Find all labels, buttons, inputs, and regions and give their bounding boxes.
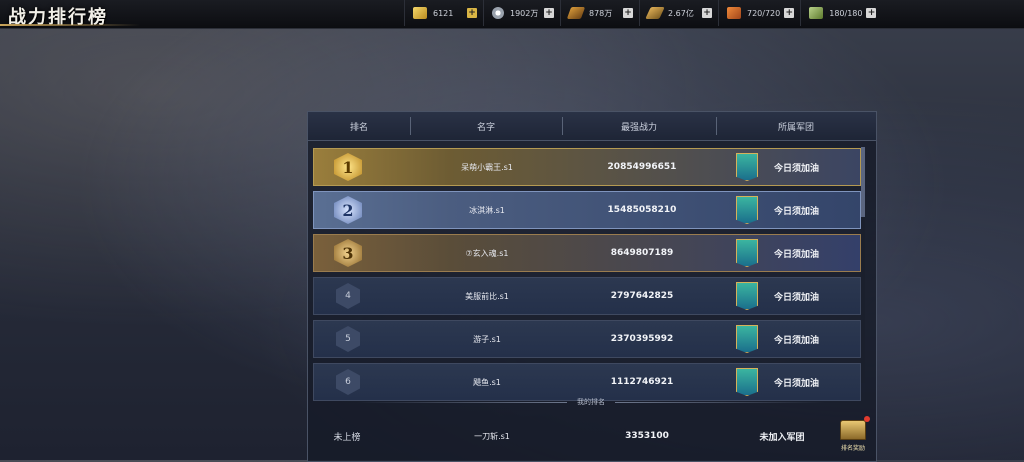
table-row[interactable]: 3 ⑦玄入魂.s1 8649807189 今日须加油 [313, 234, 861, 272]
divider-line [357, 401, 567, 403]
add-gold-button[interactable]: + [467, 8, 477, 18]
add-banknote-button[interactable]: + [866, 8, 877, 18]
guild-banner-icon [736, 325, 758, 353]
add-food-button[interactable]: + [784, 8, 795, 18]
rank-number: 5 [336, 326, 360, 352]
guild-banner-icon [736, 196, 758, 224]
player-power: 15485058210 [607, 205, 677, 215]
guild-name: 今日须加油 [774, 292, 820, 303]
resource-ore: 2.67亿 + [639, 0, 718, 26]
guild-banner-icon [736, 368, 758, 396]
silver-coin-icon [492, 7, 504, 19]
table-row[interactable]: 2 冰淇淋.s1 15485058210 今日须加油 [313, 191, 861, 229]
wood-icon [566, 7, 586, 19]
resource-gold: 6121 + [404, 0, 483, 26]
header-guild: 所属军团 [716, 112, 876, 140]
guild-name: 今日须加油 [774, 163, 820, 174]
list-scrollbar[interactable] [861, 147, 865, 383]
player-name: 呆萌小霸王.s1 [461, 162, 513, 172]
my-player-name: 一刀斩.s1 [474, 431, 510, 441]
add-silver-button[interactable]: + [544, 8, 554, 18]
table-row[interactable]: 1 呆萌小霸王.s1 20854996651 今日须加油 [313, 148, 861, 186]
guild-cell: 今日须加油 [736, 153, 819, 181]
resource-value: 1902万 [510, 8, 539, 18]
add-ore-button[interactable]: + [702, 8, 712, 18]
player-power: 2797642825 [610, 291, 674, 301]
resource-value: 2.67亿 [668, 8, 694, 18]
header-rank: 排名 [349, 122, 368, 133]
my-rank-row: 未上榜 一刀斩.s1 3353100 未加入军团 [307, 418, 875, 454]
rank-number: 6 [336, 369, 360, 395]
rank-reward-label: 排名奖励 [840, 445, 865, 452]
table-header: 排名 名字 最强战力 所属军团 [308, 112, 876, 141]
rank-reward-button[interactable]: 排名奖励 [836, 416, 870, 456]
rank-cell: 1 [314, 153, 382, 181]
rank-cell: 2 [314, 196, 382, 224]
guild-name: 今日须加油 [774, 249, 820, 260]
divider-line [615, 401, 825, 403]
my-rank-divider: 我的排名 [307, 396, 875, 408]
ore-icon [645, 7, 665, 19]
resource-value: 6121 [433, 8, 454, 18]
rank-cell: 6 [314, 369, 382, 395]
treasure-chest-icon [840, 416, 870, 440]
table-row[interactable]: 4 美服前比.s1 2797642825 今日须加油 [313, 277, 861, 315]
gold-ingot-icon [413, 7, 427, 19]
rank-cell: 5 [314, 326, 382, 352]
resource-value: 878万 [589, 8, 613, 18]
player-name: 飓鱼.s1 [473, 377, 501, 387]
resource-value: 720/720 [747, 8, 781, 18]
guild-cell: 今日须加油 [736, 239, 819, 267]
guild-banner-icon [736, 153, 758, 181]
guild-cell: 今日须加油 [736, 282, 819, 310]
my-rank-label: 我的排名 [577, 398, 605, 406]
rank-cell: 4 [314, 283, 382, 309]
resource-food: 720/720 + [718, 0, 800, 26]
header-name: 名字 [410, 112, 562, 140]
my-rank-value: 未上榜 [333, 432, 361, 443]
player-name: 美服前比.s1 [465, 291, 509, 301]
guild-name: 今日须加油 [774, 378, 820, 389]
guild-cell: 今日须加油 [736, 196, 819, 224]
player-name: 游子.s1 [473, 334, 501, 344]
player-power: 8649807189 [610, 248, 674, 258]
resource-silver: 1902万 + [483, 0, 560, 26]
ranking-panel: 排名 名字 最强战力 所属军团 1 呆萌小霸王.s1 20854996651 今… [307, 111, 877, 462]
top-bar: 战力排行榜 6121 + 1902万 + 878万 + 2.67亿 + 720/… [0, 0, 1024, 29]
gold-medal-icon: 1 [334, 153, 362, 181]
silver-medal-icon: 2 [334, 196, 362, 224]
guild-banner-icon [736, 239, 758, 267]
rank-number: 4 [336, 283, 360, 309]
resource-banknote: 180/180 + [800, 0, 882, 26]
guild-cell: 今日须加油 [736, 325, 819, 353]
player-power: 20854996651 [607, 162, 677, 172]
guild-name: 今日须加油 [774, 206, 820, 217]
player-name: 冰淇淋.s1 [469, 205, 505, 215]
banknote-icon [809, 7, 824, 19]
resource-wood: 878万 + [560, 0, 639, 26]
scrollbar-thumb[interactable] [861, 147, 865, 217]
food-icon [727, 7, 741, 19]
player-power: 1112746921 [610, 377, 674, 387]
player-name: ⑦玄入魂.s1 [465, 248, 509, 258]
my-player-power: 3353100 [625, 431, 669, 441]
guild-name: 今日须加油 [774, 335, 820, 346]
notification-dot-icon [864, 416, 870, 422]
add-wood-button[interactable]: + [623, 8, 633, 18]
table-row[interactable]: 5 游子.s1 2370395992 今日须加油 [313, 320, 861, 358]
header-power: 最强战力 [562, 112, 716, 140]
ranking-list[interactable]: 1 呆萌小霸王.s1 20854996651 今日须加油 2 冰淇淋.s1 15… [313, 148, 863, 406]
bronze-medal-icon: 3 [334, 239, 362, 267]
guild-banner-icon [736, 282, 758, 310]
player-power: 2370395992 [610, 334, 674, 344]
resource-value: 180/180 [829, 8, 863, 18]
rank-cell: 3 [314, 239, 382, 267]
guild-cell: 今日须加油 [736, 368, 819, 396]
title-underline [0, 24, 140, 26]
my-guild-name: 未加入军团 [759, 432, 805, 443]
resource-bar: 6121 + 1902万 + 878万 + 2.67亿 + 720/720 + … [404, 0, 882, 26]
